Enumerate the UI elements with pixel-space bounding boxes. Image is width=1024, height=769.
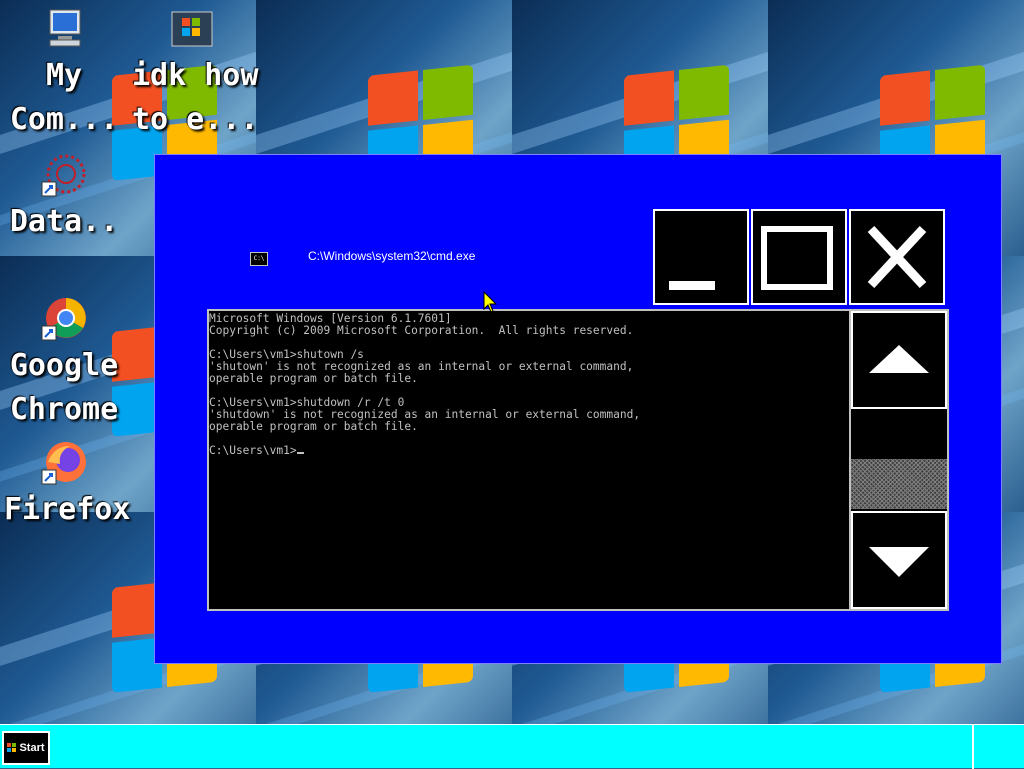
taskbar: Start — [0, 724, 1024, 769]
start-button[interactable]: Start — [2, 731, 50, 765]
computer-icon — [40, 6, 88, 54]
data-icon — [40, 152, 88, 200]
windows-logo-icon — [7, 743, 17, 753]
desktop-icon-label: Google Chrome — [9, 348, 119, 427]
shortcut-icon — [168, 6, 216, 54]
desktop-icon-label: My Com... — [9, 58, 119, 137]
cmd-icon: C:\ — [250, 252, 268, 266]
close-icon — [867, 225, 927, 289]
desktop-icon-label: idk how to e... — [132, 58, 259, 137]
desktop-icon-data[interactable]: Data.. — [4, 152, 124, 244]
desktop-icon-google-chrome[interactable]: Google Chrome — [4, 296, 124, 432]
scroll-up-button[interactable] — [851, 311, 947, 409]
scroll-down-button[interactable] — [851, 511, 947, 609]
console-text: Microsoft Windows [Version 6.1.7601] Cop… — [209, 312, 641, 457]
maximize-icon — [761, 226, 833, 290]
scroll-thumb[interactable] — [851, 459, 947, 509]
arrow-down-icon — [869, 547, 929, 577]
console-output[interactable]: Microsoft Windows [Version 6.1.7601] Cop… — [207, 309, 849, 611]
chrome-icon — [40, 296, 88, 344]
window-title: C:\Windows\system32\cmd.exe — [308, 249, 476, 263]
desktop-icon-label: Firefox — [4, 492, 131, 527]
close-button[interactable] — [849, 209, 945, 305]
cmd-window[interactable]: C:\ C:\Windows\system32\cmd.exe Microsof… — [154, 154, 1002, 664]
minimize-button[interactable] — [653, 209, 749, 305]
desktop-icon-idk-how[interactable]: idk how to e... — [132, 6, 259, 142]
system-tray[interactable] — [972, 725, 1024, 769]
title-bar[interactable]: C:\ C:\Windows\system32\cmd.exe — [207, 207, 653, 303]
vertical-scrollbar[interactable] — [849, 309, 949, 611]
arrow-up-icon — [869, 345, 929, 373]
maximize-button[interactable] — [751, 209, 847, 305]
minimize-icon — [669, 281, 715, 290]
desktop-icon-firefox[interactable]: Firefox — [4, 440, 131, 532]
scroll-track[interactable] — [851, 409, 947, 511]
firefox-icon — [40, 440, 88, 488]
text-cursor — [296, 452, 304, 454]
start-label: Start — [19, 742, 45, 754]
desktop-icon-my-computer[interactable]: My Com... — [4, 6, 124, 142]
desktop-icon-label: Data.. — [9, 204, 119, 239]
